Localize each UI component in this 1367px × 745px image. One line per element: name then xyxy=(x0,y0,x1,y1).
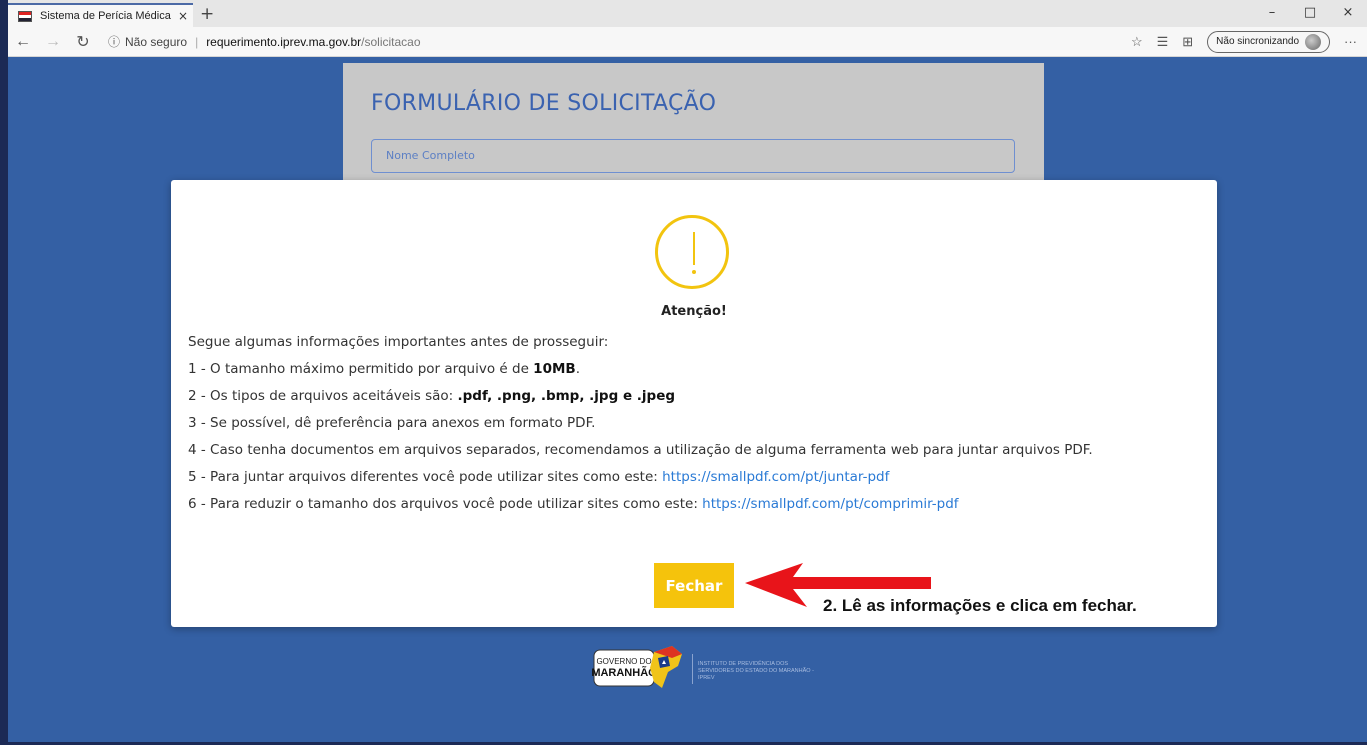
flag-icon xyxy=(18,10,32,22)
info-list: Segue algumas informações importantes an… xyxy=(188,332,1213,521)
svg-text:MARANHÃO: MARANHÃO xyxy=(592,666,657,679)
info-item-1: 1 - O tamanho máximo permitido por arqui… xyxy=(188,359,1213,386)
sync-button[interactable]: Não sincronizando xyxy=(1207,30,1330,53)
tab-close-icon[interactable]: × xyxy=(173,9,193,23)
browser-tab[interactable]: Sistema de Perícia Médica × xyxy=(8,3,193,27)
info-item-2-bold: .pdf, .png, .bmp, .jpg e .jpeg xyxy=(457,388,676,404)
warning-icon-bar xyxy=(693,232,695,265)
svg-text:GOVERNO DO: GOVERNO DO xyxy=(596,657,651,666)
more-menu-icon[interactable]: ··· xyxy=(1344,34,1357,49)
minimize-icon[interactable]: – xyxy=(1253,0,1291,25)
info-icon[interactable]: ⓘ xyxy=(108,33,120,50)
url-path: /solicitacao xyxy=(361,34,421,49)
info-item-1-text: 1 - O tamanho máximo permitido por arqui… xyxy=(188,361,534,377)
full-name-input[interactable]: Nome Completo xyxy=(371,139,1015,173)
modal-title: Atenção! xyxy=(661,304,727,319)
info-item-1-bold: 10MB xyxy=(533,361,576,377)
info-item-3: 3 - Se possível, dê preferência para ane… xyxy=(188,415,596,431)
toolbar-right: ☆ ☰ ⊞ Não sincronizando ··· xyxy=(1131,30,1367,53)
address-bar-row: ← → ↻ ⓘ Não seguro | requerimento.iprev.… xyxy=(8,27,1367,57)
back-icon[interactable]: ← xyxy=(8,33,38,51)
form-card: FORMULÁRIO DE SOLICITAÇÃO Nome Completo xyxy=(343,63,1044,188)
info-item-5: 5 - Para juntar arquivos diferentes você… xyxy=(188,467,1213,494)
favorites-list-icon[interactable]: ☰ xyxy=(1157,34,1169,50)
url-host: requerimento.iprev.ma.gov.br xyxy=(206,34,362,49)
refresh-icon[interactable]: ↻ xyxy=(68,32,98,52)
info-item-1-suffix: . xyxy=(575,361,580,377)
forward-icon[interactable]: → xyxy=(38,33,68,51)
form-title: FORMULÁRIO DE SOLICITAÇÃO xyxy=(371,91,717,116)
profile-avatar xyxy=(1305,33,1321,50)
info-item-2-text: 2 - Os tipos de arquivos aceitáveis são: xyxy=(188,388,458,404)
favorite-star-icon[interactable]: ☆ xyxy=(1131,34,1143,50)
warning-icon-dot xyxy=(692,270,696,274)
address-divider: | xyxy=(195,34,199,49)
info-item-4: 4 - Caso tenha documentos em arquivos se… xyxy=(188,442,1093,458)
info-item-6: 6 - Para reduzir o tamanho dos arquivos … xyxy=(188,494,1213,521)
full-name-placeholder: Nome Completo xyxy=(386,149,475,162)
info-item-5-text: 5 - Para juntar arquivos diferentes você… xyxy=(188,469,663,485)
new-tab-icon[interactable]: + xyxy=(200,4,214,24)
comprimir-pdf-link[interactable]: https://smallpdf.com/pt/comprimir-pdf xyxy=(702,496,958,512)
sync-label: Não sincronizando xyxy=(1216,36,1299,47)
tab-title: Sistema de Perícia Médica xyxy=(40,10,171,22)
address-bar[interactable]: ⓘ Não seguro | requerimento.iprev.ma.gov… xyxy=(108,33,421,50)
logo-divider xyxy=(692,654,693,684)
tab-bar: Sistema de Perícia Médica × + – □ × xyxy=(8,0,1367,27)
window-controls: – □ × xyxy=(1253,0,1367,25)
warning-icon xyxy=(655,215,729,289)
info-intro: Segue algumas informações importantes an… xyxy=(188,334,609,350)
collections-icon[interactable]: ⊞ xyxy=(1182,34,1193,50)
security-label: Não seguro xyxy=(125,34,188,49)
info-item-2: 2 - Os tipos de arquivos aceitáveis são:… xyxy=(188,386,1213,413)
close-window-icon[interactable]: × xyxy=(1329,0,1367,25)
info-item-6-text: 6 - Para reduzir o tamanho dos arquivos … xyxy=(188,496,703,512)
maximize-icon[interactable]: □ xyxy=(1291,0,1329,25)
attention-modal: Atenção! Segue algumas informações impor… xyxy=(171,180,1217,627)
instruction-annotation: 2. Lê as informações e clica em fechar. xyxy=(823,596,1137,615)
juntar-pdf-link[interactable]: https://smallpdf.com/pt/juntar-pdf xyxy=(662,469,889,485)
governo-maranhao-logo: GOVERNO DO MARANHÃO xyxy=(592,646,682,688)
fechar-button[interactable]: Fechar xyxy=(654,563,734,608)
iprev-logo-text: INSTITUTO DE PREVIDÊNCIA DOS SERVIDORES … xyxy=(698,661,814,681)
